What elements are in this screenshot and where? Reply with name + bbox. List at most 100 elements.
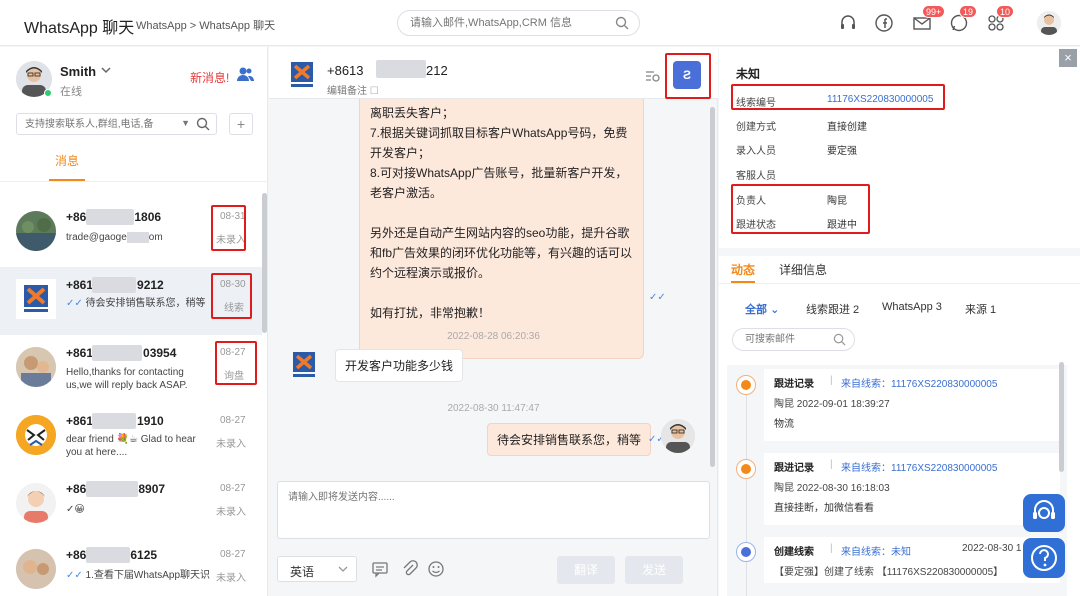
tab-messages[interactable]: 消息: [55, 152, 79, 169]
customer-service-button[interactable]: [1023, 494, 1065, 532]
help-button[interactable]: [1023, 538, 1065, 578]
tab-activity[interactable]: 动态: [731, 261, 755, 278]
filter-all[interactable]: 全部 ⌄: [745, 301, 779, 317]
chevron-down-icon: [338, 566, 348, 572]
conversation-item[interactable]: +861 1910 dear friend 💐☕ Glad to hear you…: [0, 403, 262, 471]
activity-type: 创建线索: [774, 547, 814, 558]
conversation-panel: Smith 在线 新消息! ▼ + 消息 +861806 trade@gaoge…: [0, 47, 268, 596]
contact-search[interactable]: ▼: [16, 113, 217, 135]
feed-scrollbar[interactable]: [1059, 362, 1064, 472]
top-bar: WhatsApp 聊天 WhatsApp > WhatsApp 聊天 99+ 1…: [0, 0, 1080, 46]
activity-type: 跟进记录: [774, 379, 814, 390]
mail-icon[interactable]: 99+: [912, 5, 946, 33]
conversation-status: 未录入: [216, 573, 246, 584]
message-line: 离职丢失客户；: [370, 106, 455, 120]
send-button[interactable]: 发送: [625, 556, 683, 584]
attachment-icon[interactable]: [401, 560, 419, 581]
field-label: 跟进状态: [736, 220, 776, 231]
activity-body: 物流: [774, 419, 794, 430]
my-status: 在线: [60, 86, 82, 98]
chat-panel: +8613 212 编辑备注 ☐ Ƨ 离职丢失客户； 7.根据关键词抓取目标客户…: [269, 47, 718, 596]
apps-icon[interactable]: 10: [986, 5, 1015, 33]
contact-avatar: [289, 349, 319, 379]
edit-icon[interactable]: ☐: [370, 86, 379, 97]
emoji-icon[interactable]: [427, 560, 445, 581]
double-check-icon: ✓✓: [66, 298, 83, 309]
message-preview: dear friend 💐☕ Glad to hear you at here.…: [66, 434, 196, 458]
conversation-item[interactable]: +86 6125 ✓✓ 1.查看下届WhatsApp聊天识 08-27 未录入: [0, 537, 262, 596]
activity-type: 跟进记录: [774, 463, 814, 474]
filter-whatsapp[interactable]: WhatsApp 3: [882, 301, 942, 313]
redacted-number: [376, 60, 426, 78]
message-line: [370, 203, 633, 223]
search-message-icon[interactable]: [645, 69, 661, 86]
activity-card[interactable]: 跟进记录 | 来自线索：11176XS220830000005 陶昆 2022-…: [764, 453, 1060, 525]
conversation-status: 线索: [224, 303, 244, 314]
double-check-icon: ✓✓: [649, 292, 666, 303]
activity-card[interactable]: 跟进记录 | 来自线索：11176XS220830000005 陶昆 2022-…: [764, 369, 1060, 441]
filter-lead-followup[interactable]: 线索跟进 2: [806, 301, 859, 317]
translate-button[interactable]: 翻译: [557, 556, 615, 584]
user-avatar[interactable]: [1037, 11, 1061, 35]
field-label: 负责人: [736, 196, 766, 207]
message-composer[interactable]: [277, 481, 710, 539]
conversation-item[interactable]: +86 8907 ✓😀 08-27 未录入: [0, 471, 262, 539]
breadcrumb[interactable]: WhatsApp > WhatsApp 聊天: [136, 17, 275, 33]
edit-note-link[interactable]: 编辑备注 ☐: [327, 82, 379, 97]
apps-badge: 10: [996, 5, 1015, 18]
redacted-number: [92, 345, 142, 361]
chat-scrollbar[interactable]: [710, 107, 715, 467]
search-icon[interactable]: [615, 16, 629, 30]
filter-dropdown-icon[interactable]: ▼: [181, 118, 190, 128]
lead-number[interactable]: 11176XS220830000005: [827, 94, 933, 105]
contact-avatar: [16, 415, 56, 455]
mail-search-input[interactable]: [745, 329, 840, 350]
contact-search-input[interactable]: [25, 114, 175, 134]
new-message-alert[interactable]: 新消息!: [190, 69, 229, 86]
message-bubble-incoming: 开发客户功能多少钱: [335, 349, 464, 382]
follow-status-value[interactable]: 跟进中: [827, 216, 857, 231]
chevron-down-icon[interactable]: [100, 64, 112, 79]
message-timestamp: 2022-08-28 06:20:36: [447, 331, 540, 342]
message-bubble-outgoing: 离职丢失客户； 7.根据关键词抓取目标客户WhatsApp号码，免费开发客户； …: [359, 99, 644, 359]
mail-search[interactable]: [732, 328, 855, 351]
whatsapp-icon[interactable]: 19: [949, 5, 978, 33]
conversation-date: 08-31: [220, 211, 246, 222]
field-label: 创建方式: [736, 122, 776, 133]
activity-source-link[interactable]: 来自线索：11176XS220830000005: [841, 375, 997, 390]
close-icon[interactable]: ×: [1059, 49, 1077, 67]
global-search[interactable]: [397, 10, 640, 36]
message-preview: ✓😀: [66, 504, 85, 515]
conversation-item[interactable]: +861 03954 Hello,thanks for contacting us…: [0, 335, 262, 403]
conversation-item[interactable]: +861 9212 ✓✓ 待会安排销售联系您，稍等 08-30 线索: [0, 267, 262, 335]
global-search-input[interactable]: [410, 11, 610, 35]
activity-source-link[interactable]: 来自线索：11176XS220830000005: [841, 459, 997, 474]
activity-source-link[interactable]: 来自线索：未知: [841, 543, 911, 558]
activity-card[interactable]: 创建线索 | 来自线索：未知 2022-08-30 1 【要定强】创建了线索 【…: [764, 537, 1060, 583]
language-select[interactable]: 英语: [277, 556, 357, 582]
tab-details[interactable]: 详细信息: [779, 261, 827, 278]
chat-contact-phone: +8613: [327, 63, 364, 78]
my-name[interactable]: Smith: [60, 64, 96, 79]
facebook-icon[interactable]: [874, 13, 894, 33]
follow-up-icon: [736, 375, 756, 395]
conversation-scrollbar[interactable]: [262, 193, 267, 333]
language-value: 英语: [290, 565, 315, 579]
crm-action-button[interactable]: Ƨ: [673, 61, 701, 89]
message-line: 另外还是自动产生网站内容的seo功能，提升谷歌和fb广告效果的闭环优化功能等，有…: [370, 226, 633, 280]
contact-avatar: [16, 211, 56, 251]
search-icon[interactable]: [196, 117, 210, 131]
filter-source[interactable]: 来源 1: [965, 301, 996, 317]
app-title: WhatsApp 聊天: [24, 20, 135, 37]
contacts-icon[interactable]: [236, 66, 255, 85]
headset-icon[interactable]: [838, 13, 858, 33]
conversation-item[interactable]: +86 1806 trade@gaoge om 08-31 未录入: [0, 199, 262, 267]
activity-body: 直接挂断，加微信看看: [774, 503, 874, 514]
redacted-number: [92, 413, 136, 429]
search-icon[interactable]: [833, 333, 846, 346]
add-button[interactable]: +: [229, 113, 253, 135]
quick-reply-icon[interactable]: [371, 560, 389, 581]
message-input[interactable]: [288, 488, 708, 538]
redacted-number: [86, 481, 138, 497]
conversation-date: 08-27: [220, 483, 246, 494]
